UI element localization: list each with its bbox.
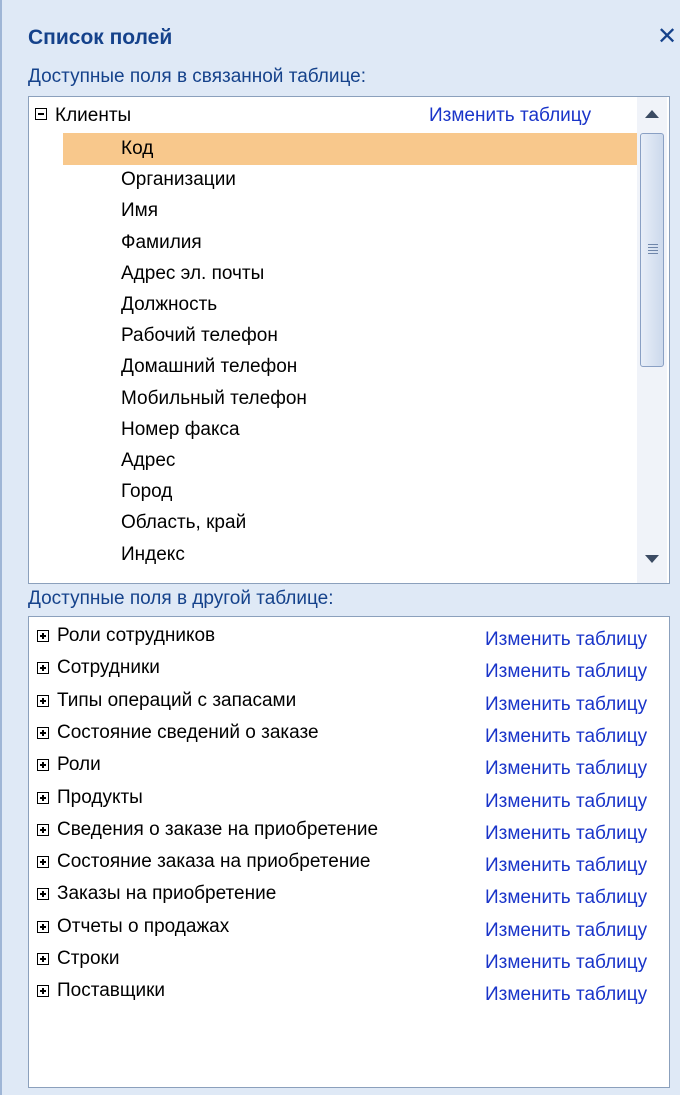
other-section-label: Доступные поля в другой таблице: <box>28 588 334 609</box>
collapse-icon[interactable] <box>35 108 47 120</box>
linked-fields-box: Клиенты Изменить таблицу Код Организации И… <box>28 96 670 584</box>
linked-group-row[interactable]: Клиенты Изменить таблицу <box>29 101 637 133</box>
grip-icon <box>648 244 658 254</box>
edit-table-link[interactable]: Изменить таблицу <box>485 661 647 683</box>
edit-table-link[interactable]: Изменить таблицу <box>485 629 647 651</box>
field-item[interactable]: Адрес <box>63 445 661 477</box>
field-item[interactable]: Город <box>63 476 661 508</box>
edit-table-link[interactable]: Изменить таблицу <box>485 952 647 974</box>
expand-icon[interactable] <box>37 759 49 772</box>
linked-scrollbar[interactable] <box>637 97 667 583</box>
linked-edit-table-link[interactable]: Изменить таблицу <box>429 105 591 127</box>
table-row[interactable]: Поставщики Изменить таблицу <box>29 978 669 1010</box>
table-name: Отчеты о продажах <box>57 915 230 937</box>
table-row[interactable]: Отчеты о продажах Изменить таблицу <box>29 914 669 946</box>
table-name: Роли сотрудников <box>57 625 216 646</box>
expand-icon[interactable] <box>37 726 49 739</box>
pane-title: Список полей <box>28 26 173 49</box>
table-row[interactable]: Состояние сведений о заказе Изменить табл… <box>29 720 669 752</box>
field-item[interactable]: Адрес эл. почты <box>63 258 661 290</box>
field-item[interactable]: Область, край <box>63 507 661 539</box>
expand-icon[interactable] <box>37 694 49 707</box>
field-item[interactable]: Домашний телефон <box>63 351 661 383</box>
edit-table-link[interactable]: Изменить таблицу <box>485 726 647 748</box>
table-name: Состояние сведений о заказе <box>57 721 319 743</box>
field-item[interactable]: Номер факса <box>63 414 661 446</box>
expand-icon[interactable] <box>37 791 49 804</box>
field-item[interactable]: Индекс <box>63 539 661 571</box>
edit-table-link[interactable]: Изменить таблицу <box>485 791 647 813</box>
edit-table-link[interactable]: Изменить таблицу <box>485 984 647 1006</box>
scroll-thumb[interactable] <box>640 133 664 367</box>
expand-icon[interactable] <box>37 953 49 965</box>
table-row[interactable]: Строки Изменить таблицу <box>29 946 669 978</box>
table-row[interactable]: Сотрудники Изменить таблицу <box>29 655 669 687</box>
table-row[interactable]: Роли сотрудников Изменить таблицу <box>29 623 669 655</box>
table-row[interactable]: Состояние заказа на приобретение Изменить… <box>29 849 669 881</box>
expand-icon[interactable] <box>37 823 49 836</box>
edit-table-link[interactable]: Изменить таблицу <box>485 887 647 909</box>
expand-icon[interactable] <box>37 920 49 933</box>
field-item[interactable]: Имя <box>63 195 661 227</box>
scroll-up-icon[interactable] <box>637 99 667 129</box>
field-item[interactable]: Должность <box>63 289 661 321</box>
edit-table-link[interactable]: Изменить таблицу <box>485 694 647 716</box>
field-item[interactable]: Код <box>63 133 661 165</box>
edit-table-link[interactable]: Изменить таблицу <box>485 920 647 942</box>
field-item[interactable]: Организации <box>63 164 661 196</box>
table-row[interactable]: Сведения о заказе на приобретение Изменит… <box>29 817 669 849</box>
table-row[interactable]: Роли Изменить таблицу <box>29 752 669 784</box>
expand-icon[interactable] <box>37 662 49 675</box>
edit-table-link[interactable]: Изменить таблицу <box>485 855 647 877</box>
expand-icon[interactable] <box>37 985 49 998</box>
expand-icon[interactable] <box>37 630 49 642</box>
scroll-down-icon[interactable] <box>637 545 667 575</box>
table-name: Типы операций с запасами <box>57 689 297 711</box>
field-item[interactable]: Фамилия <box>63 227 661 259</box>
table-row[interactable]: Продукты Изменить таблицу <box>29 785 669 817</box>
table-name: Строки <box>57 948 120 969</box>
table-name: Сотрудники <box>57 657 160 679</box>
field-list-pane: Список полей ✕ Доступные поля в связанно… <box>0 0 680 1095</box>
table-name: Заказы на приобретение <box>57 883 277 905</box>
close-icon[interactable]: ✕ <box>652 20 680 54</box>
expand-icon[interactable] <box>37 856 49 869</box>
pane-titlebar: Список полей ✕ <box>16 18 680 62</box>
edit-table-link[interactable]: Изменить таблицу <box>485 758 647 780</box>
table-row[interactable]: Типы операций с запасами Изменить таблицу <box>29 688 669 720</box>
table-name: Продукты <box>57 786 143 808</box>
other-tables-box: Роли сотрудников Изменить таблицу Сотрудни… <box>28 616 670 1088</box>
field-item[interactable]: Рабочий телефон <box>63 320 661 352</box>
table-name: Сведения о заказе на приобретение <box>57 818 379 840</box>
expand-icon[interactable] <box>37 888 49 901</box>
table-row[interactable]: Заказы на приобретение Изменить таблицу <box>29 881 669 913</box>
linked-section-label: Доступные поля в связанной таблице: <box>28 66 367 87</box>
table-name: Роли <box>57 754 101 776</box>
edit-table-link[interactable]: Изменить таблицу <box>485 823 647 845</box>
table-name: Состояние заказа на приобретение <box>57 851 371 873</box>
table-name: Поставщики <box>57 980 166 1002</box>
field-item[interactable]: Мобильный телефон <box>63 383 661 415</box>
linked-group-name: Клиенты <box>55 105 132 126</box>
